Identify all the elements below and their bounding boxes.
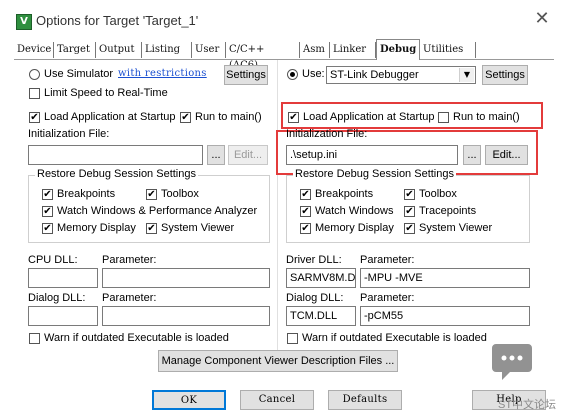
left-warn-outdated-checkbox[interactable] [29, 333, 40, 344]
left-browse-button[interactable]: ... [207, 145, 225, 165]
left-dialog-dll-label: Dialog DLL: [28, 292, 86, 304]
debugger-settings-button[interactable]: Settings [482, 65, 528, 85]
left-watch-windows-label: Watch Windows & Performance Analyzer [57, 205, 258, 217]
right-system-viewer-checkbox[interactable]: ✔ [404, 223, 415, 234]
right-tracepoints-label: Tracepoints [419, 205, 477, 217]
left-run-to-main-label: Run to main() [195, 111, 262, 123]
right-watch-windows-checkbox[interactable]: ✔ [300, 206, 311, 217]
driver-dll-input[interactable]: SARMV8M.DLL [286, 268, 356, 288]
use-label: Use: [302, 68, 325, 80]
left-watch-windows-checkbox[interactable]: ✔ [42, 206, 53, 217]
left-system-viewer-checkbox[interactable]: ✔ [146, 223, 157, 234]
right-breakpoints-label: Breakpoints [315, 188, 374, 200]
right-toolbox-label: Toolbox [419, 188, 457, 200]
use-simulator-radio[interactable] [29, 69, 40, 80]
chevron-down-icon[interactable]: ▼ [459, 68, 474, 82]
right-dialog-param-input[interactable]: -pCM55 [360, 306, 530, 326]
right-memory-display-label: Memory Display [315, 222, 394, 234]
right-warn-outdated-label: Warn if outdated Executable is loaded [302, 332, 487, 344]
driver-dll-label: Driver DLL: [286, 254, 342, 266]
right-memory-display-checkbox[interactable]: ✔ [300, 223, 311, 234]
right-warn-outdated-checkbox[interactable] [287, 333, 298, 344]
tab-output[interactable]: Output [96, 42, 142, 58]
right-run-to-main-checkbox[interactable] [438, 112, 449, 123]
right-dialog-dll-input[interactable]: TCM.DLL [286, 306, 356, 326]
panel-divider [277, 60, 278, 360]
right-system-viewer-label: System Viewer [419, 222, 493, 234]
left-dialog-param-input[interactable] [102, 306, 270, 326]
left-load-app-checkbox[interactable]: ✔ [29, 112, 40, 123]
cpu-param-label: Parameter: [102, 254, 157, 266]
right-browse-button[interactable]: ... [463, 145, 481, 165]
left-toolbox-checkbox[interactable]: ✔ [146, 189, 157, 200]
right-init-file-input[interactable]: .\setup.ini [286, 145, 458, 165]
left-memory-display-checkbox[interactable]: ✔ [42, 223, 53, 234]
defaults-button[interactable]: Defaults [328, 390, 402, 410]
use-debugger-radio[interactable] [287, 69, 298, 80]
left-warn-outdated-label: Warn if outdated Executable is loaded [44, 332, 229, 344]
right-watch-windows-label: Watch Windows [315, 205, 394, 217]
cpu-param-input[interactable] [102, 268, 270, 288]
cancel-button[interactable]: Cancel [240, 390, 314, 410]
right-load-app-label: Load Application at Startup [303, 111, 435, 123]
right-dialog-param-label: Parameter: [360, 292, 415, 304]
right-run-to-main-label: Run to main() [453, 111, 520, 123]
manage-component-viewer-button[interactable]: Manage Component Viewer Description File… [158, 350, 398, 372]
ok-button[interactable]: OK [152, 390, 226, 410]
right-restore-title: Restore Debug Session Settings [293, 168, 456, 180]
debugger-select[interactable]: ST-Link Debugger ▼ [326, 66, 476, 84]
window-title: Options for Target 'Target_1' [36, 13, 199, 28]
right-dialog-dll-label: Dialog DLL: [286, 292, 344, 304]
left-edit-button[interactable]: Edit... [228, 145, 268, 165]
left-restore-title: Restore Debug Session Settings [35, 168, 198, 180]
tab-listing[interactable]: Listing [142, 42, 192, 58]
cpu-dll-label: CPU DLL: [28, 254, 78, 266]
tab-user[interactable]: User [192, 42, 226, 58]
left-dialog-param-label: Parameter: [102, 292, 157, 304]
tab-device[interactable]: Device [14, 42, 54, 58]
tab-asm[interactable]: Asm [300, 42, 330, 58]
tab-target[interactable]: Target [54, 42, 96, 58]
cpu-dll-input[interactable] [28, 268, 98, 288]
forum-chat-bubble-icon [492, 344, 532, 380]
left-run-to-main-checkbox[interactable]: ✔ [180, 112, 191, 123]
limit-speed-label: Limit Speed to Real-Time [44, 87, 168, 99]
left-toolbox-label: Toolbox [161, 188, 199, 200]
tab-debug[interactable]: Debug [376, 39, 420, 60]
simulator-settings-button[interactable]: Settings [224, 65, 268, 85]
with-restrictions-link[interactable]: with restrictions [118, 68, 207, 79]
right-edit-button[interactable]: Edit... [485, 145, 528, 165]
close-icon[interactable]: ✕ [532, 9, 552, 29]
left-init-file-input[interactable] [28, 145, 203, 165]
keil-app-icon: V [16, 14, 32, 30]
left-breakpoints-label: Breakpoints [57, 188, 116, 200]
watermark-text: ST中文论坛 [498, 399, 557, 411]
right-toolbox-checkbox[interactable]: ✔ [404, 189, 415, 200]
right-breakpoints-checkbox[interactable]: ✔ [300, 189, 311, 200]
left-init-file-label: Initialization File: [28, 128, 110, 140]
right-tracepoints-checkbox[interactable]: ✔ [404, 206, 415, 217]
debugger-select-value: ST-Link Debugger [330, 69, 419, 81]
left-memory-display-label: Memory Display [57, 222, 136, 234]
tab-linker[interactable]: Linker [330, 42, 376, 58]
use-simulator-label: Use Simulator [44, 68, 114, 80]
right-load-app-checkbox[interactable]: ✔ [288, 112, 299, 123]
tab-cpp[interactable]: C/C++ (AC6) [226, 42, 300, 71]
left-dialog-dll-input[interactable] [28, 306, 98, 326]
right-init-file-label: Initialization File: [286, 128, 368, 140]
tab-underline [14, 59, 554, 60]
driver-param-input[interactable]: -MPU -MVE [360, 268, 530, 288]
left-breakpoints-checkbox[interactable]: ✔ [42, 189, 53, 200]
tab-utilities[interactable]: Utilities [420, 42, 476, 58]
left-system-viewer-label: System Viewer [161, 222, 235, 234]
driver-param-label: Parameter: [360, 254, 415, 266]
left-load-app-label: Load Application at Startup [44, 111, 176, 123]
limit-speed-checkbox[interactable] [29, 88, 40, 99]
